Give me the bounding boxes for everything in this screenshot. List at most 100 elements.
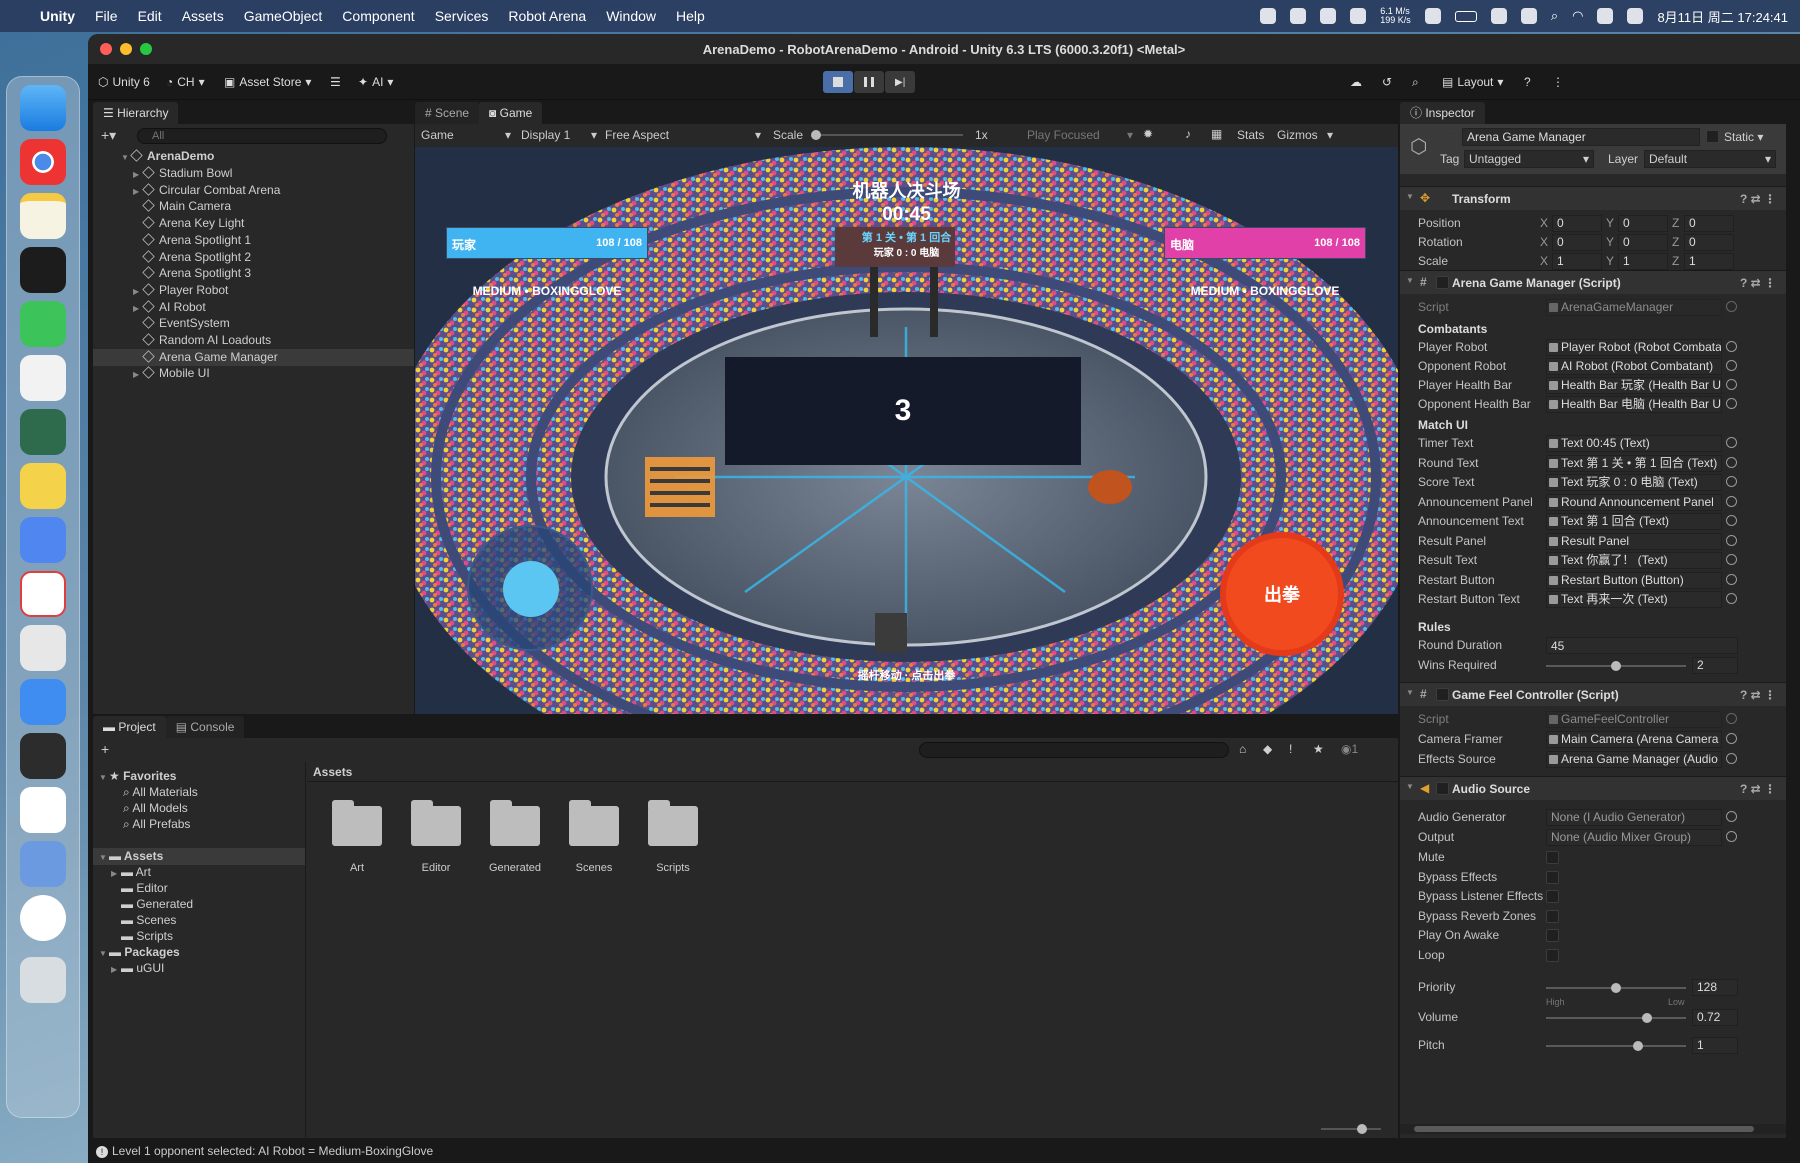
more-icon[interactable]: ⋮ <box>1546 71 1570 93</box>
transform-x-field[interactable]: 0 <box>1552 234 1602 251</box>
asset-folder-tile[interactable]: Scenes <box>567 800 621 874</box>
transform-x-field[interactable]: 0 <box>1552 215 1602 232</box>
expand-arrow-icon[interactable]: ▶ <box>111 961 121 978</box>
script-field[interactable]: GameFeelController <box>1546 711 1722 728</box>
asset-folder-item[interactable]: ▶ ▬ Art <box>93 864 151 881</box>
component-menu-icon[interactable]: ? ⇄ ⋮ <box>1740 688 1776 702</box>
hidden-packages-button[interactable]: ◉1 <box>1341 742 1358 756</box>
hierarchy-item[interactable]: Arena Key Light <box>93 215 244 232</box>
tag-dropdown[interactable]: Untagged ▾ <box>1464 150 1594 168</box>
object-reference-field[interactable]: Text 第 1 关 • 第 1 回合 (Text) <box>1546 454 1722 472</box>
audio-header[interactable]: ▼ ◀ Audio Source ? ⇄ ⋮ <box>1400 776 1786 800</box>
app-icon-9[interactable] <box>20 517 66 563</box>
component-menu-icon[interactable]: ? ⇄ ⋮ <box>1740 276 1776 290</box>
play-stop-button[interactable] <box>823 71 853 93</box>
menu-services[interactable]: Services <box>425 8 499 24</box>
scale-slider-knob[interactable] <box>811 130 821 140</box>
notes-icon[interactable] <box>20 193 66 239</box>
tab-console[interactable]: ▤ Console <box>165 716 245 738</box>
hierarchy-item[interactable]: Arena Spotlight 1 <box>93 232 251 249</box>
tab-hierarchy[interactable]: ☰ Hierarchy <box>93 102 179 124</box>
play-focused-dropdown[interactable]: Play Focused ▾ <box>1027 128 1133 142</box>
menu-app-name[interactable]: Unity <box>28 8 85 24</box>
tab-scene[interactable]: # Scene <box>415 102 480 124</box>
hierarchy-item[interactable]: ▶ Stadium Bowl <box>93 165 232 182</box>
help-icon[interactable]: ? <box>1518 71 1537 93</box>
object-reference-field[interactable]: Text 你赢了！ (Text) <box>1546 552 1722 569</box>
object-reference-field[interactable]: Text 00:45 (Text) <box>1546 435 1722 452</box>
ai-dropdown[interactable]: ✦ AI ▾ <box>352 71 399 93</box>
history-icon[interactable]: ↺ <box>1376 71 1398 93</box>
component-enabled-checkbox[interactable] <box>1436 688 1449 701</box>
terminal-icon[interactable] <box>20 247 66 293</box>
object-picker-icon[interactable] <box>1726 341 1737 352</box>
wins-required-slider[interactable] <box>1546 661 1686 671</box>
wps-icon[interactable] <box>20 571 66 617</box>
unity-icon[interactable] <box>20 733 66 779</box>
status-icon-7[interactable] <box>1490 8 1507 24</box>
aspect-dropdown[interactable]: Free Aspect ▾ <box>605 128 761 142</box>
pause-button[interactable] <box>854 71 884 93</box>
minimize-button[interactable] <box>120 43 132 55</box>
game-viewport[interactable]: 机器人决斗场 00:45 第 1 关 • 第 1 回合 玩家 0 : 0 电脑 … <box>415 147 1398 714</box>
expand-arrow-icon[interactable]: ▶ <box>133 366 143 383</box>
layer-dropdown[interactable]: Default ▾ <box>1644 150 1776 168</box>
slider-knob[interactable] <box>1611 661 1621 671</box>
object-reference-field[interactable]: Round Announcement Panel <box>1546 493 1722 511</box>
object-picker-icon[interactable] <box>1726 593 1737 604</box>
transform-x-field[interactable]: 1 <box>1552 253 1602 270</box>
scene-root[interactable]: ▼ ArenaDemo <box>93 148 214 165</box>
toggle-checkbox[interactable] <box>1546 909 1559 923</box>
transform-z-field[interactable]: 1 <box>1684 253 1734 270</box>
component-enabled-checkbox[interactable] <box>1436 276 1449 289</box>
toggle-checkbox[interactable] <box>1546 851 1559 864</box>
priority-value[interactable]: 128 <box>1692 979 1738 996</box>
object-picker-icon[interactable] <box>1726 831 1737 842</box>
status-icon-1[interactable] <box>1260 8 1277 24</box>
close-button[interactable] <box>100 43 112 55</box>
packages-folder[interactable]: ▼ ▬ Packages <box>93 944 180 961</box>
menu-file[interactable]: File <box>85 8 128 24</box>
object-reference-field[interactable]: Arena Game Manager (Audio Source) <box>1546 751 1722 768</box>
package-item[interactable]: ▶ ▬ uGUI <box>93 960 164 977</box>
static-dropdown[interactable]: Static ▾ <box>1724 130 1763 144</box>
object-reference-field[interactable]: Health Bar 电脑 (Health Bar UI) <box>1546 396 1722 413</box>
favorites-folder[interactable]: ▼ ★ Favorites <box>93 768 176 785</box>
object-picker-icon[interactable] <box>1726 495 1737 507</box>
transform-y-field[interactable]: 1 <box>1618 253 1668 270</box>
control-center-icon[interactable] <box>1627 8 1644 24</box>
tab-project[interactable]: ▬ Project <box>93 716 166 738</box>
object-reference-field[interactable]: Result Panel <box>1546 532 1722 550</box>
asset-folder-item[interactable]: ▬ Scenes <box>93 912 176 929</box>
component-menu-icon[interactable]: ? ⇄ ⋮ <box>1740 192 1776 206</box>
toggle-checkbox[interactable] <box>1546 948 1559 962</box>
object-picker-icon[interactable] <box>1726 515 1737 526</box>
status-bar[interactable]: ! Level 1 opponent selected: AI Robot = M… <box>88 1139 1800 1163</box>
unity-hub-icon[interactable] <box>20 625 66 671</box>
finder-icon[interactable] <box>20 85 66 131</box>
game-mode-dropdown[interactable]: Game ▾ <box>421 128 511 142</box>
hierarchy-item[interactable]: EventSystem <box>93 315 230 332</box>
wechat-status-icon[interactable] <box>1424 8 1441 24</box>
object-picker-icon[interactable] <box>1726 573 1737 585</box>
expand-arrow-icon[interactable]: ▶ <box>133 300 143 317</box>
chevron-down-icon[interactable]: ▾ <box>1327 128 1333 142</box>
object-picker-icon[interactable] <box>1726 437 1737 448</box>
toggle-checkbox[interactable] <box>1546 870 1559 884</box>
hierarchy-item[interactable]: Arena Game Manager <box>93 348 414 366</box>
object-reference-field[interactable]: Main Camera (Arena Camera Framer) <box>1546 731 1722 748</box>
object-reference-field[interactable]: AI Robot (Robot Combatant) <box>1546 358 1722 375</box>
create-button[interactable]: + <box>101 741 109 757</box>
script-field[interactable]: ArenaGameManager <box>1546 299 1722 316</box>
manager-header[interactable]: ▼ # Arena Game Manager (Script) ? ⇄ ⋮ <box>1400 270 1786 294</box>
object-picker-icon[interactable] <box>1726 456 1737 468</box>
object-reference-field[interactable]: Text 玩家 0 : 0 电脑 (Text) <box>1546 474 1722 491</box>
menu-component[interactable]: Component <box>332 8 424 24</box>
status-icon-8[interactable] <box>1520 8 1537 24</box>
app-icon-7[interactable] <box>20 409 66 455</box>
stats-button[interactable]: Stats <box>1237 128 1264 142</box>
favorite-item[interactable]: ⌕ All Materials <box>93 784 198 801</box>
trash-icon[interactable] <box>20 957 66 1003</box>
expand-arrow-icon[interactable]: ▶ <box>133 183 143 200</box>
favorite-item[interactable]: ⌕ All Models <box>93 800 188 817</box>
